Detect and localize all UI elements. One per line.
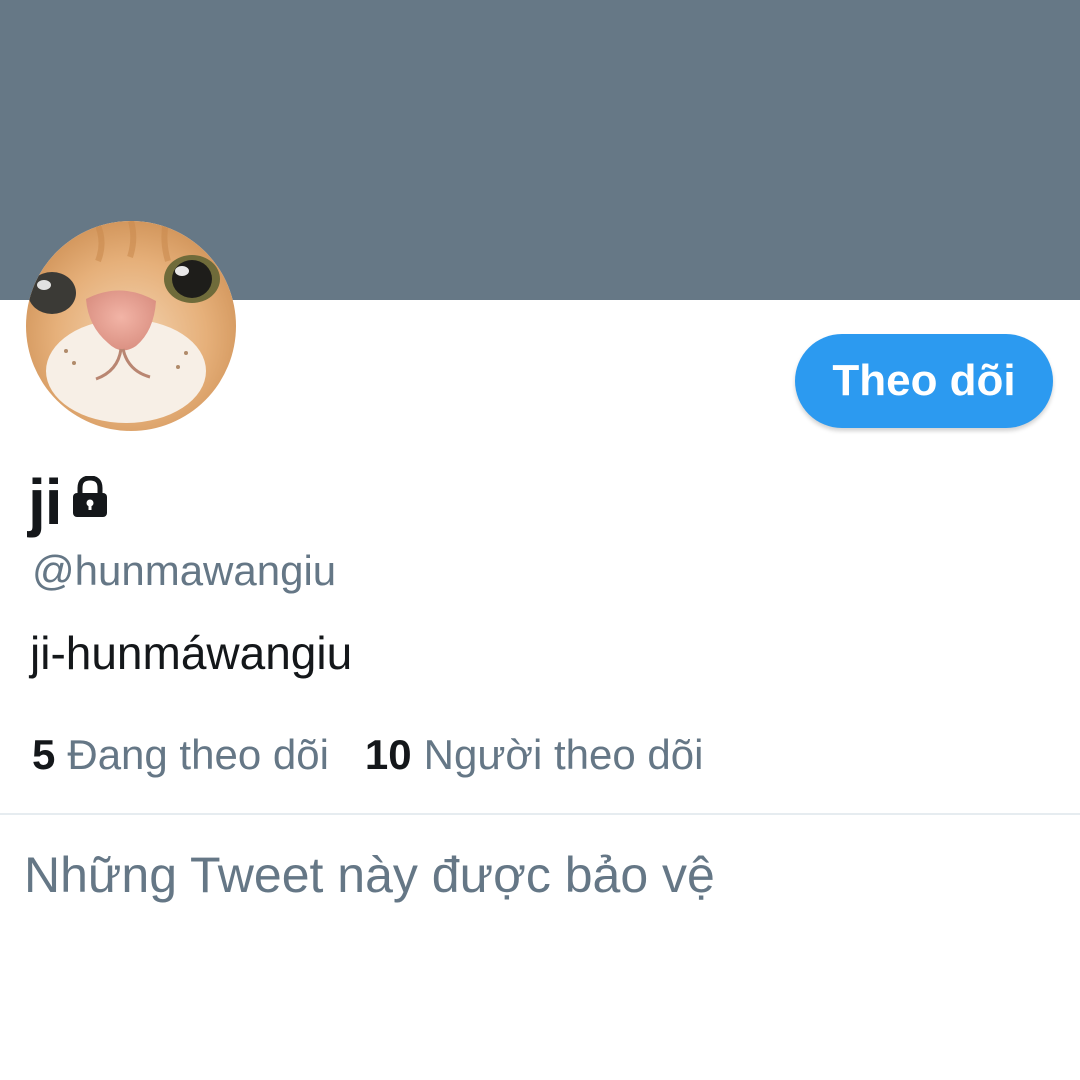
avatar[interactable] xyxy=(26,221,236,431)
following-count: 5 xyxy=(32,731,56,778)
followers-label: Người theo dõi xyxy=(423,731,704,778)
follow-button[interactable]: Theo dõi xyxy=(795,334,1053,428)
following-label: Đang theo dõi xyxy=(67,731,329,778)
followers-count: 10 xyxy=(364,731,412,778)
lock-icon xyxy=(70,474,110,523)
divider xyxy=(0,813,1080,815)
follow-stats: 5 Đang theo dõi 10 Người theo dõi xyxy=(32,731,704,778)
profile-bio: ji-hunmáwangiu xyxy=(30,627,353,679)
following-stat[interactable]: 5 Đang theo dõi xyxy=(32,731,329,778)
protected-tweets-message: Những Tweet này được bảo vệ xyxy=(24,847,715,903)
username-handle: @hunmawangiu xyxy=(32,547,337,594)
display-name: ji xyxy=(28,466,63,538)
followers-stat[interactable]: 10 Người theo dõi xyxy=(364,731,704,778)
profile-page: Theo dõi ji @hunmawangiu ji-hunmáwangiu … xyxy=(0,0,1080,1080)
cat-face-avatar xyxy=(26,221,236,431)
name-row: ji xyxy=(28,462,110,542)
